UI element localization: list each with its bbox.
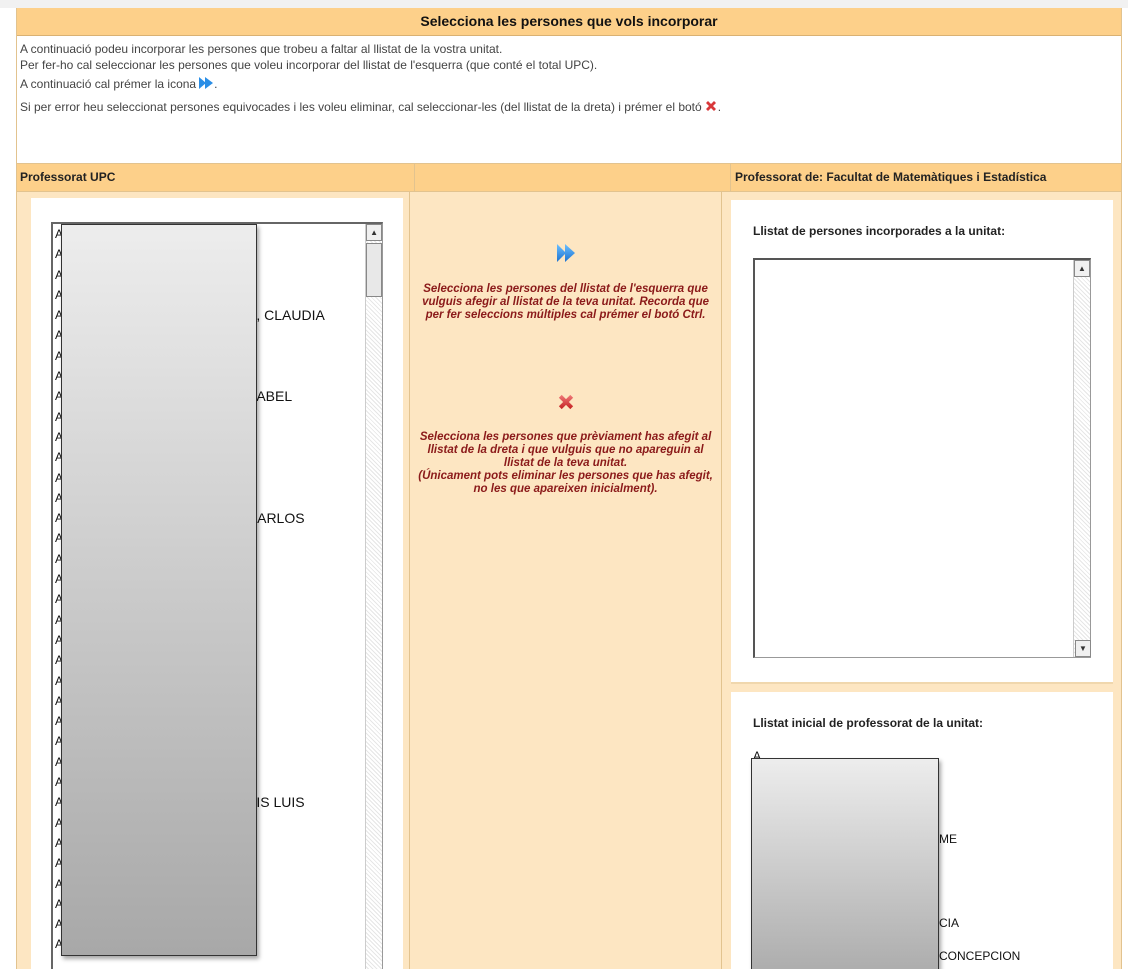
instruction-line-3-text: A continuació cal prémer la icona xyxy=(20,77,197,92)
selection-panel: Selecciona les persones que vols incorpo… xyxy=(16,8,1122,969)
added-persons-panel: Llistat de persones incorporades a la un… xyxy=(731,200,1113,684)
header-professorat-upc: Professorat UPC xyxy=(17,164,415,191)
instruction-line-4: Si per error heu seleccionat persones eq… xyxy=(20,99,1118,115)
left-column: AAAAAA, CLAUDIAAAAASABELAAAAAAACARLOSAAA… xyxy=(17,192,411,969)
instruction-line-4-end: . xyxy=(717,100,722,115)
instruction-line-3: A continuació cal prémer la icona. xyxy=(20,76,1118,92)
initial-professors-panel: Llistat inicial de professorat de la uni… xyxy=(731,692,1113,969)
listbox-scrollbar[interactable]: ▲ xyxy=(365,224,383,969)
added-persons-label: Llistat de persones incorporades a la un… xyxy=(753,224,1006,238)
content-columns: AAAAAA, CLAUDIAAAAASABELAAAAAAACARLOSAAA… xyxy=(17,192,1121,969)
header-middle xyxy=(415,164,731,191)
redaction-mask xyxy=(751,758,939,969)
instructions: A continuació podeu incorporar les perso… xyxy=(17,36,1121,164)
double-arrow-right-icon xyxy=(555,244,577,268)
upc-professor-listbox[interactable]: AAAAAA, CLAUDIAAAAASABELAAAAAAACARLOSAAA… xyxy=(51,222,384,969)
remove-instruction-note: (Únicament pots eliminar les persones qu… xyxy=(418,470,713,495)
added-persons-listbox[interactable]: ▲ ▼ xyxy=(753,258,1091,658)
list-item-name-end: ME xyxy=(939,832,957,847)
redaction-mask xyxy=(61,224,257,956)
right-column: Llistat de persones incorporades a la un… xyxy=(722,192,1121,969)
scroll-down-icon[interactable]: ▼ xyxy=(1075,640,1091,657)
header-professorat-unitat: Professorat de: Facultat de Matemàtiques… xyxy=(735,170,1047,184)
red-x-icon xyxy=(704,99,718,117)
list-item-name-end: CIA xyxy=(939,915,960,930)
red-x-icon xyxy=(556,394,576,416)
add-instruction: Selecciona les persones del llistat de l… xyxy=(422,283,710,321)
double-arrow-right-icon xyxy=(198,76,214,94)
remove-instruction: Selecciona les persones que prèviament h… xyxy=(419,431,712,469)
left-inner-panel: AAAAAA, CLAUDIAAAAASABELAAAAAAACARLOSAAA… xyxy=(31,198,404,969)
middle-column: Selecciona les persones del llistat de l… xyxy=(410,192,722,969)
added-list-scrollbar[interactable]: ▲ ▼ xyxy=(1073,260,1091,657)
scroll-thumb[interactable] xyxy=(366,243,383,297)
instruction-line-1: A continuació podeu incorporar les perso… xyxy=(20,42,503,56)
column-headers: Professorat UPC Professorat de: Facultat… xyxy=(17,164,1121,192)
remove-button[interactable] xyxy=(556,392,576,417)
scroll-up-icon[interactable]: ▲ xyxy=(1074,260,1090,277)
instruction-line-3-end: . xyxy=(214,77,218,92)
page-title: Selecciona les persones que vols incorpo… xyxy=(17,8,1121,36)
top-gap xyxy=(0,0,1128,8)
list-item-name-end: CONCEPCION xyxy=(939,949,1021,964)
instruction-line-2: Per fer-ho cal seleccionar les persones … xyxy=(20,58,598,72)
scroll-up-icon[interactable]: ▲ xyxy=(366,224,383,241)
initial-professors-label: Llistat inicial de professorat de la uni… xyxy=(753,716,984,730)
instruction-line-4-text: Si per error heu seleccionat persones eq… xyxy=(20,100,702,115)
add-button[interactable] xyxy=(555,242,577,269)
list-item-name-end: A, CLAUDIA xyxy=(247,307,325,324)
